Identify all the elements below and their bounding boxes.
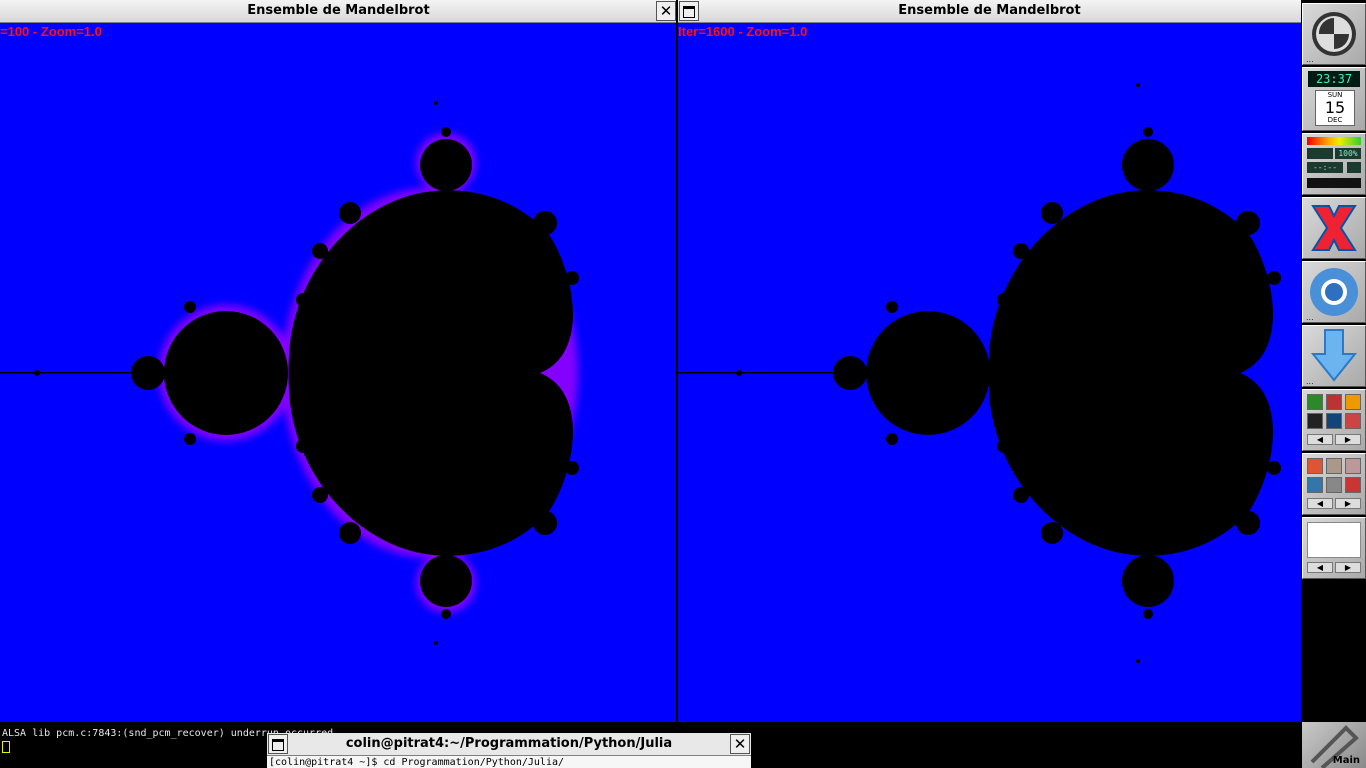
terminal-window: colin@pitrat4:~/Programmation/Python/Jul… xyxy=(267,733,751,768)
dock-tile-logo[interactable]: ... xyxy=(1302,3,1366,65)
tile-ellipsis: ... xyxy=(1306,377,1314,386)
iteration-zoom-label-right: Iter=1600 - Zoom=1.0 xyxy=(678,24,808,39)
workspace-grid xyxy=(1307,522,1361,558)
window-menu-icon xyxy=(272,738,284,751)
calendar-date: 15 xyxy=(1324,98,1346,117)
mandelbrot-canvas-right[interactable] xyxy=(678,23,1301,722)
tile-ellipsis: ... xyxy=(1306,313,1314,322)
volume-meter xyxy=(1307,137,1361,145)
dock-tile-clock[interactable]: 23:37 SUN 15 DEC xyxy=(1302,67,1366,131)
calendar-month: DEC xyxy=(1327,116,1343,124)
window-titlebar-right[interactable]: Ensemble de Mandelbrot xyxy=(678,0,1301,23)
window-menu-icon xyxy=(683,5,695,18)
scroll-right-button[interactable]: ▶ xyxy=(1335,498,1361,509)
app-icon-help[interactable] xyxy=(1326,477,1342,493)
dock-tile-main[interactable]: Main xyxy=(1302,722,1366,768)
window-title-right: Ensemble de Mandelbrot xyxy=(898,3,1081,18)
app-icon-tools[interactable] xyxy=(1345,413,1361,429)
scroll-right-button[interactable]: ▶ xyxy=(1335,434,1361,445)
terminal-cursor xyxy=(2,741,10,753)
calendar: SUN 15 DEC xyxy=(1315,90,1355,126)
app-icon-radiation[interactable] xyxy=(1307,413,1323,429)
iteration-zoom-label-left: =100 - Zoom=1.0 xyxy=(0,24,102,39)
app-icon-red[interactable] xyxy=(1326,394,1342,410)
window-title-left: Ensemble de Mandelbrot xyxy=(247,3,430,18)
xterm-x-icon xyxy=(1311,205,1357,251)
app-icon-home[interactable] xyxy=(1326,458,1342,474)
terminal-title: colin@pitrat4:~/Programmation/Python/Jul… xyxy=(345,736,673,751)
clock-time: 23:37 xyxy=(1308,71,1360,87)
dock-tile-launcher-1[interactable]: ◀ ▶ xyxy=(1302,389,1366,451)
app-icon-orange[interactable] xyxy=(1345,394,1361,410)
mandelbrot-window-right: Ensemble de Mandelbrot Iter=1600 - Zoom=… xyxy=(678,0,1301,722)
terminal-close-button[interactable]: ✕ xyxy=(730,734,750,754)
terminal-titlebar[interactable]: colin@pitrat4:~/Programmation/Python/Jul… xyxy=(267,733,751,756)
scroll-left-button[interactable]: ◀ xyxy=(1307,434,1333,445)
app-icon-exit[interactable] xyxy=(1345,477,1361,493)
app-icon-green[interactable] xyxy=(1307,394,1323,410)
main-label: Main xyxy=(1332,755,1360,766)
tile-ellipsis: ... xyxy=(1306,55,1314,64)
dock-tile-launcher-3[interactable]: ◀ ▶ xyxy=(1302,517,1366,579)
dock-tile-mixer[interactable]: 100% --:-- xyxy=(1302,133,1366,195)
mandelbrot-window-left: Ensemble de Mandelbrot ✕ =100 - Zoom=1.0 xyxy=(0,0,677,722)
close-icon: ✕ xyxy=(659,2,673,20)
scroll-left-button[interactable]: ◀ xyxy=(1307,562,1333,573)
dock-tile-download[interactable]: ... xyxy=(1302,325,1366,387)
mixer-source-display xyxy=(1307,148,1333,159)
volume-percent: 100% xyxy=(1335,148,1361,159)
terminal-prompt: [colin@pitrat4 ~]$ cd Programmation/Pyth… xyxy=(269,757,565,768)
app-icon-x[interactable] xyxy=(1307,458,1323,474)
close-button-left[interactable]: ✕ xyxy=(656,1,676,21)
window-titlebar-left[interactable]: Ensemble de Mandelbrot ✕ xyxy=(0,0,677,23)
status-bar-display xyxy=(1307,178,1361,188)
terminal-iconify-button[interactable] xyxy=(268,734,288,754)
app-icon-house[interactable] xyxy=(1345,458,1361,474)
window-maker-dock: ... 23:37 SUN 15 DEC 100% --:-- ... ... … xyxy=(1302,3,1366,583)
scroll-right-button[interactable]: ▶ xyxy=(1335,562,1361,573)
mandelbrot-canvas-left[interactable] xyxy=(0,23,677,722)
dock-tile-launcher-2[interactable]: ◀ ▶ xyxy=(1302,453,1366,515)
scroll-left-button[interactable]: ◀ xyxy=(1307,498,1333,509)
app-icon-text[interactable] xyxy=(1326,413,1342,429)
battery-display xyxy=(1347,162,1361,173)
close-icon: ✕ xyxy=(733,735,747,753)
iconify-button-right[interactable] xyxy=(679,1,699,21)
dock-tile-browser[interactable]: ... xyxy=(1302,261,1366,323)
app-icon-news[interactable] xyxy=(1307,477,1323,493)
dock-tile-xterm[interactable] xyxy=(1302,197,1366,259)
time-display-placeholder: --:-- xyxy=(1307,162,1343,173)
